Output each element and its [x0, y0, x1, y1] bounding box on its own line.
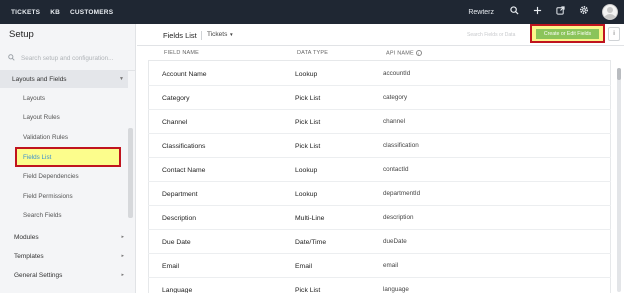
data-type-cell: Date/Time: [295, 239, 327, 246]
setup-sidebar: Setup Layouts and Fields ▼ Layouts Layou…: [0, 24, 136, 293]
chevron-down-icon: ▼: [119, 76, 124, 82]
gear-icon[interactable]: [577, 0, 590, 24]
sidebar-item-search-fields[interactable]: Search Fields: [23, 212, 62, 219]
module-dropdown[interactable]: Tickets ▼: [207, 31, 234, 38]
sidebar-item-field-permissions[interactable]: Field Permissions: [23, 193, 73, 200]
sidebar-item-fields-list[interactable]: Fields List: [23, 154, 51, 161]
api-name-cell: description: [383, 214, 414, 221]
main-scrollbar-track[interactable]: [617, 68, 621, 292]
field-name-cell: Category: [162, 95, 190, 102]
table-row[interactable]: Classifications Pick List classification: [148, 134, 611, 158]
main-header: Fields List Tickets ▼ Create or Edit Fie…: [137, 24, 624, 46]
sidebar-section-label: Layouts and Fields: [12, 75, 67, 83]
api-name-cell: departmentId: [383, 190, 421, 197]
sidebar-search[interactable]: [8, 52, 128, 64]
avatar[interactable]: [602, 4, 618, 20]
data-type-cell: Pick List: [295, 143, 321, 150]
table-row[interactable]: Due Date Date/Time dueDate: [148, 230, 611, 254]
table-row[interactable]: Language Pick List language: [148, 278, 611, 293]
sidebar-title: Setup: [9, 29, 34, 40]
data-type-cell: Pick List: [295, 119, 321, 126]
info-icon[interactable]: i: [415, 50, 422, 56]
highlight-box-create-button: Create or Edit Fields: [530, 24, 605, 43]
sidebar-section-label: Modules: [14, 233, 39, 241]
nav-tickets[interactable]: TICKETS: [11, 9, 40, 16]
table-row[interactable]: Account Name Lookup accountId: [148, 62, 611, 86]
main-scrollbar-thumb[interactable]: [617, 68, 621, 80]
chevron-right-icon: ▸: [121, 253, 124, 259]
column-header-api-name-label: API NAME: [386, 50, 414, 57]
divider: [201, 31, 202, 40]
create-or-edit-fields-button[interactable]: Create or Edit Fields: [536, 29, 599, 39]
search-icon: [8, 53, 15, 63]
external-link-icon[interactable]: [554, 0, 567, 24]
chevron-right-icon: ▸: [121, 234, 124, 240]
field-name-cell: Account Name: [162, 71, 207, 78]
topbar-actions: Rewterz: [468, 0, 618, 24]
table-row[interactable]: Description Multi-Line description: [148, 206, 611, 230]
sidebar-section-templates[interactable]: Templates ▸: [0, 247, 128, 265]
sidebar-item-layout-rules[interactable]: Layout Rules: [23, 114, 60, 121]
data-type-cell: Email: [295, 263, 312, 270]
api-name-cell: classification: [383, 142, 419, 149]
field-name-cell: Contact Name: [162, 167, 206, 174]
column-header-data-type: DATA TYPE: [297, 50, 329, 56]
data-type-cell: Lookup: [295, 71, 318, 78]
column-header-api-name: API NAME i: [386, 50, 422, 56]
caret-down-icon: ▼: [229, 32, 234, 37]
field-name-cell: Email: [162, 263, 179, 270]
sidebar-scrollbar[interactable]: [128, 128, 133, 218]
sidebar-section-modules[interactable]: Modules ▸: [0, 228, 128, 246]
nav-kb[interactable]: KB: [50, 9, 60, 16]
data-type-cell: Lookup: [295, 167, 318, 174]
api-name-cell: language: [383, 286, 409, 293]
api-name-cell: contactId: [383, 166, 409, 173]
table-row[interactable]: Channel Pick List channel: [148, 110, 611, 134]
api-name-cell: accountId: [383, 70, 411, 77]
sidebar-section-label: Templates: [14, 252, 44, 260]
chevron-right-icon: ▸: [121, 272, 124, 278]
page-title: Fields List: [163, 31, 197, 40]
field-name-cell: Channel: [162, 119, 188, 126]
field-name-cell: Department: [162, 191, 198, 198]
api-name-cell: dueDate: [383, 238, 407, 245]
org-name[interactable]: Rewterz: [468, 9, 494, 16]
sidebar-section-label: General Settings: [14, 271, 63, 279]
sidebar-section-general-settings[interactable]: General Settings ▸: [0, 266, 128, 284]
table-row[interactable]: Email Email email: [148, 254, 611, 278]
data-type-cell: Lookup: [295, 191, 318, 198]
sidebar-item-validation-rules[interactable]: Validation Rules: [23, 134, 68, 141]
sidebar-section-layouts-and-fields[interactable]: Layouts and Fields ▼: [0, 70, 128, 88]
sidebar-search-input[interactable]: [21, 54, 126, 62]
column-header-field-name: FIELD NAME: [164, 50, 200, 56]
top-navigation-bar: TICKETS KB CUSTOMERS Rewterz: [0, 0, 624, 24]
search-fields-input[interactable]: [467, 30, 527, 40]
search-icon[interactable]: [508, 0, 521, 24]
nav-customers[interactable]: CUSTOMERS: [70, 9, 113, 16]
data-type-cell: Pick List: [295, 95, 321, 102]
module-dropdown-label: Tickets: [207, 31, 228, 38]
api-name-cell: category: [383, 94, 408, 101]
table-row[interactable]: Department Lookup departmentId: [148, 182, 611, 206]
data-type-cell: Pick List: [295, 287, 321, 293]
field-name-cell: Due Date: [162, 239, 191, 246]
sidebar-item-field-dependencies[interactable]: Field Dependencies: [23, 173, 79, 180]
field-name-cell: Description: [162, 215, 196, 222]
sidebar-item-layouts[interactable]: Layouts: [23, 95, 45, 102]
table-row[interactable]: Category Pick List category: [148, 86, 611, 110]
info-button[interactable]: i: [608, 27, 620, 41]
table-row[interactable]: Contact Name Lookup contactId: [148, 158, 611, 182]
data-type-cell: Multi-Line: [295, 215, 325, 222]
plus-icon[interactable]: [531, 0, 544, 24]
field-name-cell: Language: [162, 287, 193, 293]
api-name-cell: channel: [383, 118, 406, 125]
api-name-cell: email: [383, 262, 399, 269]
field-name-cell: Classifications: [162, 143, 206, 150]
